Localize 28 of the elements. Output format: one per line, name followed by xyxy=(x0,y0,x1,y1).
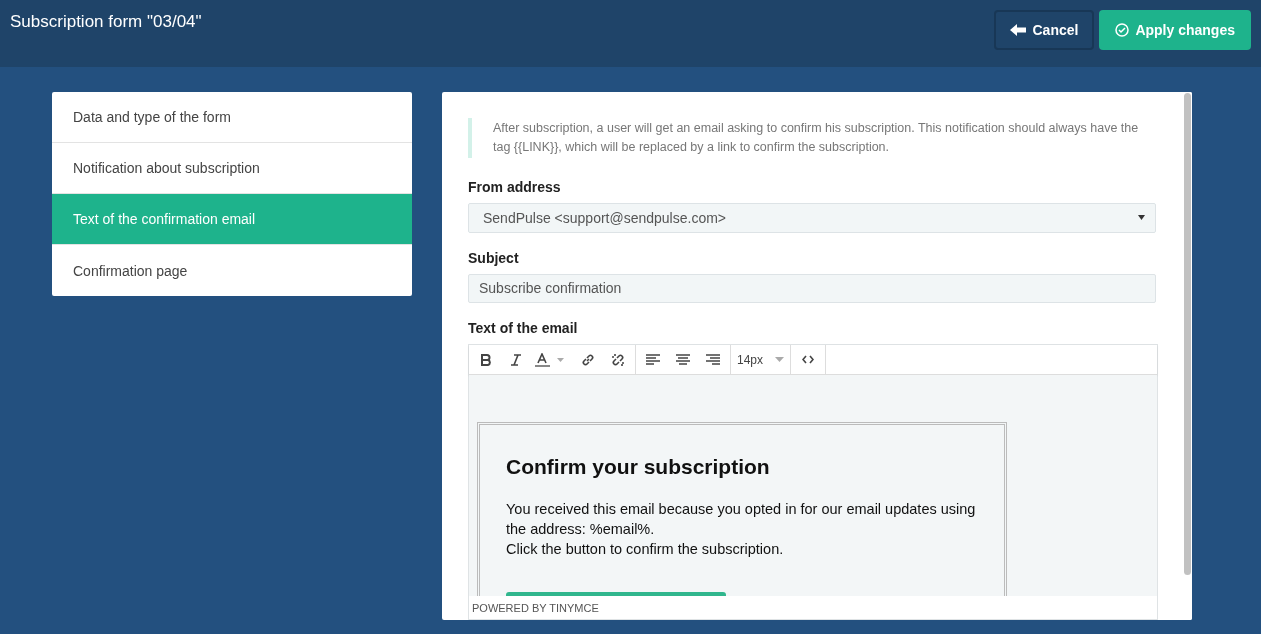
align-center-icon[interactable] xyxy=(676,354,690,365)
italic-icon[interactable] xyxy=(510,353,522,366)
scrollbar-thumb[interactable] xyxy=(1183,93,1191,575)
font-size-dropdown[interactable]: 14px xyxy=(737,348,785,371)
editor-content[interactable]: Confirm your subscription You received this email because you opted in for our email updates using the address: %email%. Click the button to confirm the subscription. xyxy=(469,375,1157,596)
align-right-icon[interactable] xyxy=(706,354,720,365)
dropdown-caret-icon xyxy=(1138,215,1145,221)
check-circle-icon xyxy=(1115,23,1130,37)
arrow-left-icon xyxy=(1010,24,1027,36)
page-title: Subscription form "03/04" xyxy=(10,12,202,32)
field-label: Subject xyxy=(468,249,520,266)
align-left-icon[interactable] xyxy=(646,354,660,365)
field-label: From address xyxy=(468,179,562,195)
email-heading: Confirm your subscription xyxy=(506,455,771,479)
bold-icon[interactable] xyxy=(481,353,491,366)
subject-input[interactable]: Subscribe confirmation xyxy=(468,273,1156,303)
sidebar-item[interactable]: Data and type of the form xyxy=(52,92,412,143)
info-note: After subscription, a user will get an email asking to confirm his subscription. This notification should always have the tag {{LINK}}, which will be replaced by a link to confirm the subscription. xyxy=(468,118,1156,158)
code-icon[interactable] xyxy=(802,355,815,364)
cancel-button[interactable]: Cancel xyxy=(994,10,1095,50)
email-text: You received this email because you opted in for our email updates using the address: %email%. xyxy=(506,500,977,539)
caret-icon xyxy=(775,357,785,362)
from-address-select[interactable]: SendPulse <support@sendpulse.com> xyxy=(468,203,1156,233)
unlink-icon[interactable] xyxy=(611,352,625,367)
field-label: Text of the email xyxy=(468,320,579,336)
link-icon[interactable] xyxy=(581,352,595,367)
email-text: Click the button to confirm the subscription. xyxy=(506,540,785,559)
sidebar-item[interactable]: Confirmation page xyxy=(52,245,412,296)
